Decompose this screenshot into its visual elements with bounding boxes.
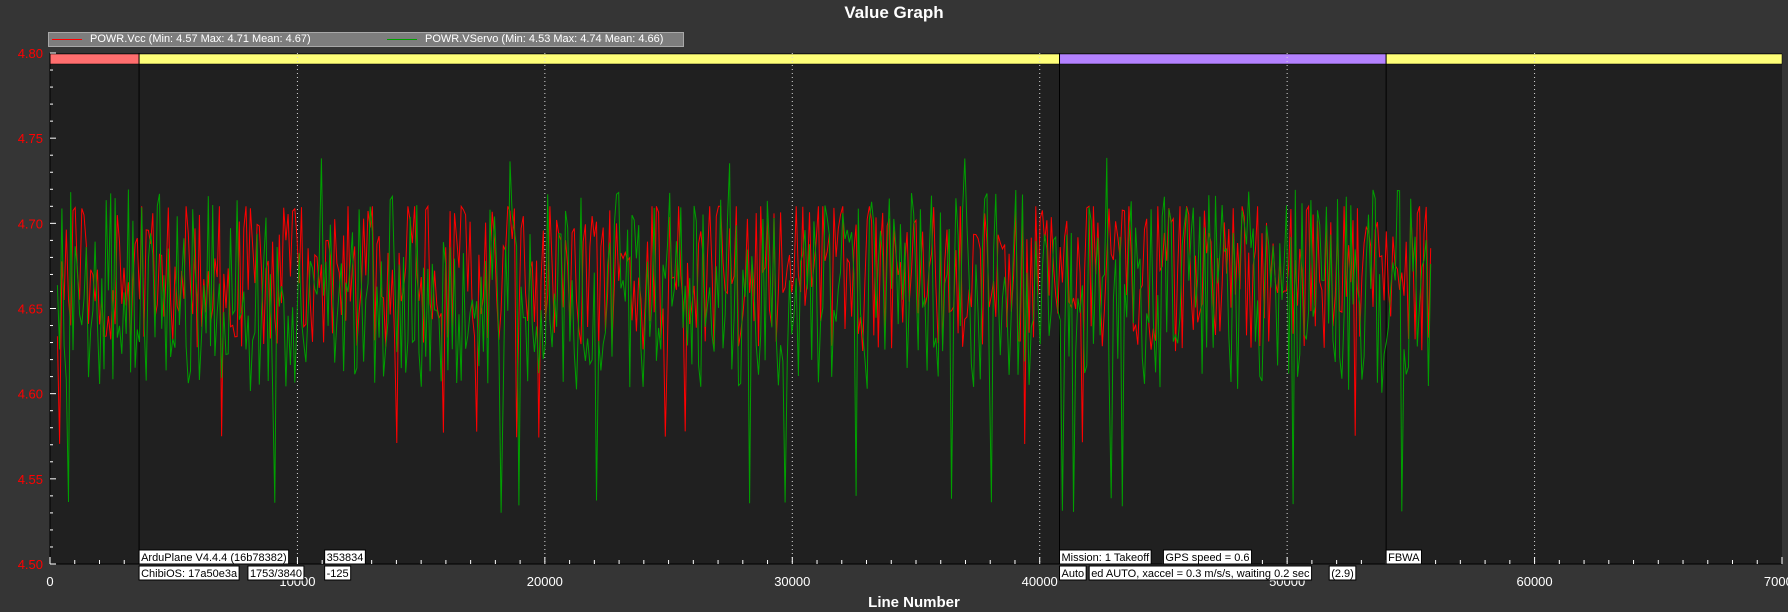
annotation-9: (2.9)	[1328, 565, 1357, 581]
y-tick-label-2: 4.60	[18, 387, 43, 402]
annotation-text-3: 1753/3840	[250, 568, 302, 580]
x-tick-label-2: 20000	[527, 574, 563, 589]
x-tick-label-0: 0	[46, 574, 53, 589]
annotation-text-2: ChibiOS: 17a50e3a	[141, 568, 238, 580]
plot-area	[50, 53, 1782, 564]
annotation-text-6: GPS speed = 0.6	[1165, 552, 1249, 564]
annotation-8: ed AUTO, xaccel = 0.3 m/s/s, waiting 0.2…	[1088, 565, 1313, 581]
mode-band-0	[49, 53, 140, 65]
annotation-text-10: FBWA	[1388, 552, 1420, 564]
mode-band-1	[138, 53, 1060, 65]
annotation-text-1: 353834	[327, 552, 364, 564]
annotation-text-7: Auto	[1062, 568, 1085, 580]
y-tick-label-4: 4.70	[18, 216, 43, 231]
mode-band-2	[1059, 53, 1387, 65]
annotation-text-8: ed AUTO, xaccel = 0.3 m/s/s, waiting 0.2…	[1091, 568, 1310, 580]
legend-swatch-vservo	[387, 38, 417, 40]
y-tick-label-3: 4.65	[18, 302, 43, 317]
annotation-text-9: (2.9)	[1331, 568, 1354, 580]
legend-swatch-vcc	[52, 38, 82, 40]
annotation-4: -125	[324, 565, 352, 581]
legend-entry-vservo[interactable]: POWR.VServo (Min: 4.53 Max: 4.74 Mean: 4…	[387, 33, 663, 46]
mode-band-3	[1385, 53, 1783, 65]
annotation-6: GPS speed = 0.6	[1162, 549, 1253, 565]
annotation-text-4: -125	[327, 568, 349, 580]
legend-label-vservo: POWR.VServo (Min: 4.53 Max: 4.74 Mean: 4…	[425, 33, 664, 45]
y-tick-label-6: 4.80	[18, 46, 43, 61]
legend-label-vcc: POWR.Vcc (Min: 4.57 Max: 4.71 Mean: 4.67…	[90, 33, 311, 45]
chart-canvas[interactable]: 4.504.554.604.654.704.754.800 10000 20000 3…	[0, 0, 1788, 612]
x-axis-label: Line Number	[868, 594, 960, 611]
y-tick-label-1: 4.55	[18, 472, 43, 487]
legend-entry-vcc[interactable]: POWR.Vcc (Min: 4.57 Max: 4.71 Mean: 4.67…	[52, 33, 311, 46]
annotation-text-5: Mission: 1 Takeoff	[1062, 552, 1151, 564]
x-tick-label-3: 30000	[774, 574, 810, 589]
annotation-5: Mission: 1 Takeoff	[1059, 549, 1152, 565]
y-tick-label-5: 4.75	[18, 131, 43, 146]
y-tick-label-0: 4.50	[18, 557, 43, 572]
value-graph-window: Value Graph 4.50 4.55 4.60 4.65 4.70 4.75 4.80…	[0, 0, 1788, 612]
annotation-0: ArduPlane V4.4.4 (16b78382)	[138, 549, 290, 565]
annotation-text-0: ArduPlane V4.4.4 (16b78382)	[141, 552, 287, 564]
annotation-7: Auto	[1059, 565, 1087, 581]
x-tick-label-7: 70000	[1764, 574, 1788, 589]
legend[interactable]: POWR.Vcc (Min: 4.57 Max: 4.71 Mean: 4.67…	[48, 32, 684, 47]
annotation-1: 353834	[324, 549, 366, 565]
annotation-10: FBWA	[1385, 549, 1422, 565]
x-tick-label-4: 40000	[1022, 574, 1058, 589]
annotation-3: 1753/3840	[247, 565, 305, 581]
x-tick-label-6: 60000	[1516, 574, 1552, 589]
annotation-2: ChibiOS: 17a50e3a	[138, 565, 240, 581]
